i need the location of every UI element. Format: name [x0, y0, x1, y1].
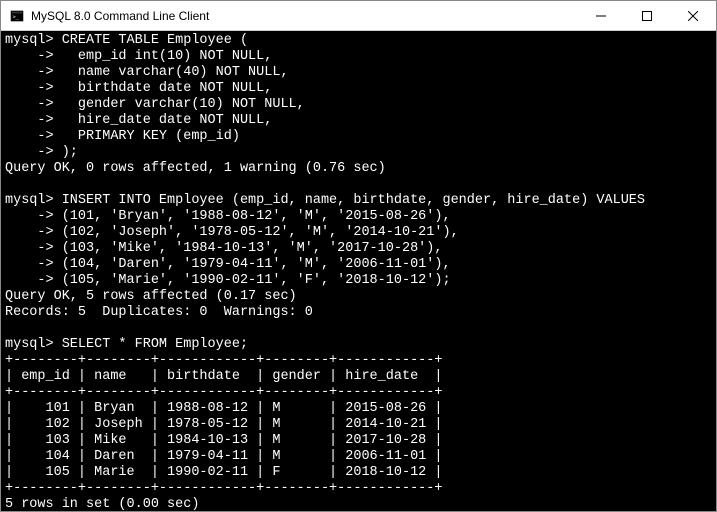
terminal-line: 5 rows in set (0.00 sec): [5, 497, 712, 511]
terminal-line: -> (105, 'Marie', '1990-02-11', 'F', '20…: [5, 273, 712, 289]
app-window: >_ MySQL 8.0 Command Line Client mysql> …: [0, 0, 717, 512]
terminal-line: | emp_id | name | birthdate | gender | h…: [5, 369, 712, 385]
terminal-line: -> (104, 'Daren', '1979-04-11', 'M', '20…: [5, 257, 712, 273]
terminal-line: | 105 | Marie | 1990-02-11 | F | 2018-10…: [5, 465, 712, 481]
terminal-line: -> birthdate date NOT NULL,: [5, 81, 712, 97]
terminal-line: +--------+--------+------------+--------…: [5, 353, 712, 369]
close-button[interactable]: [670, 1, 716, 30]
close-icon: [688, 11, 698, 21]
terminal-line: +--------+--------+------------+--------…: [5, 385, 712, 401]
terminal-line: mysql> CREATE TABLE Employee (: [5, 33, 712, 49]
terminal-line: -> (103, 'Mike', '1984-10-13', 'M', '201…: [5, 241, 712, 257]
terminal-line: Query OK, 0 rows affected, 1 warning (0.…: [5, 161, 712, 177]
terminal-output[interactable]: mysql> CREATE TABLE Employee ( -> emp_id…: [1, 31, 716, 511]
terminal-line: -> );: [5, 145, 712, 161]
terminal-line: -> (102, 'Joseph', '1978-05-12', 'M', '2…: [5, 225, 712, 241]
terminal-line: +--------+--------+------------+--------…: [5, 481, 712, 497]
terminal-line: | 102 | Joseph | 1978-05-12 | M | 2014-1…: [5, 417, 712, 433]
terminal-line: -> name varchar(40) NOT NULL,: [5, 65, 712, 81]
terminal-line: | 103 | Mike | 1984-10-13 | M | 2017-10-…: [5, 433, 712, 449]
terminal-line: mysql> INSERT INTO Employee (emp_id, nam…: [5, 193, 712, 209]
terminal-line: -> gender varchar(10) NOT NULL,: [5, 97, 712, 113]
window-controls: [578, 1, 716, 30]
minimize-icon: [596, 11, 606, 21]
terminal-line: -> hire_date date NOT NULL,: [5, 113, 712, 129]
maximize-icon: [642, 11, 652, 21]
maximize-button[interactable]: [624, 1, 670, 30]
terminal-line: Records: 5 Duplicates: 0 Warnings: 0: [5, 305, 712, 321]
minimize-button[interactable]: [578, 1, 624, 30]
terminal-line: -> PRIMARY KEY (emp_id): [5, 129, 712, 145]
terminal-line: | 101 | Bryan | 1988-08-12 | M | 2015-08…: [5, 401, 712, 417]
titlebar[interactable]: >_ MySQL 8.0 Command Line Client: [1, 1, 716, 31]
terminal-line: Query OK, 5 rows affected (0.17 sec): [5, 289, 712, 305]
terminal-line: -> emp_id int(10) NOT NULL,: [5, 49, 712, 65]
app-icon: >_: [9, 8, 25, 24]
terminal-line: [5, 321, 712, 337]
terminal-line: -> (101, 'Bryan', '1988-08-12', 'M', '20…: [5, 209, 712, 225]
terminal-line: | 104 | Daren | 1979-04-11 | M | 2006-11…: [5, 449, 712, 465]
terminal-line: [5, 177, 712, 193]
terminal-line: mysql> SELECT * FROM Employee;: [5, 337, 712, 353]
window-title: MySQL 8.0 Command Line Client: [31, 9, 578, 23]
svg-text:>_: >_: [13, 14, 20, 20]
